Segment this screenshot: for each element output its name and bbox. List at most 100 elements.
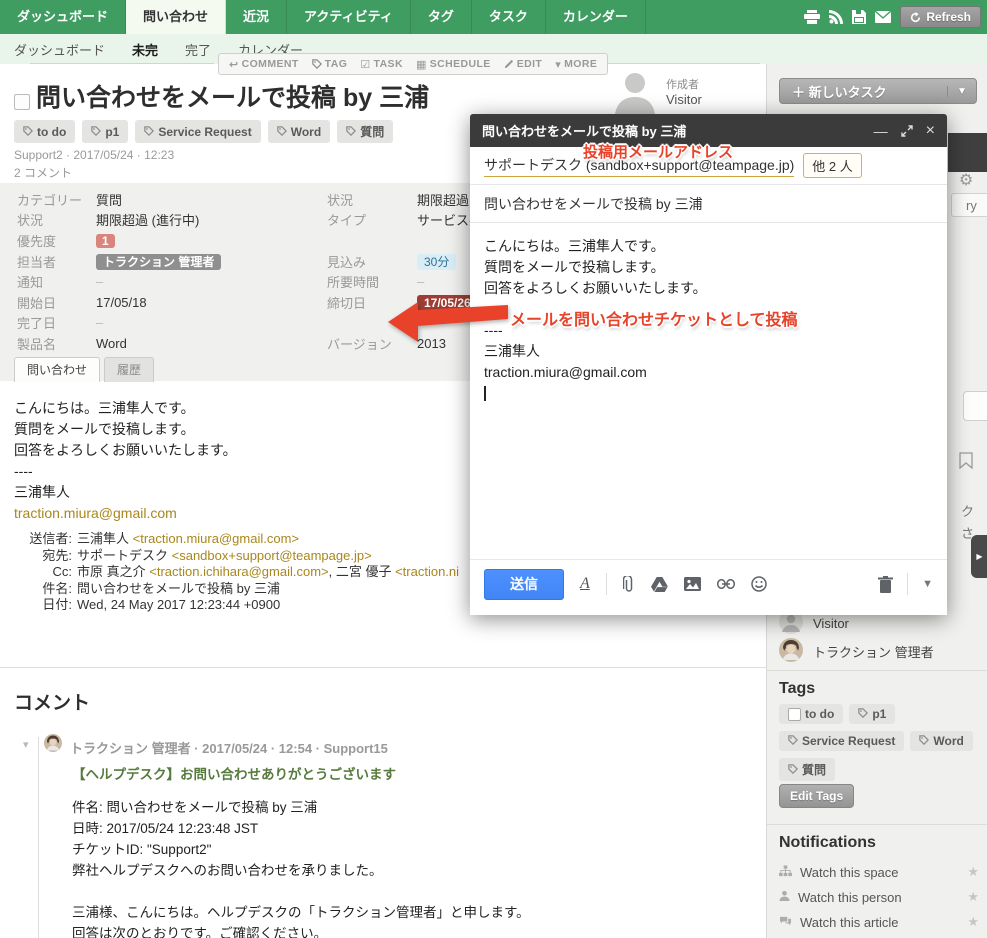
comment-subject[interactable]: 【ヘルプデスク】お問い合わせありがとうございます: [72, 763, 396, 783]
toolbar-tag-button[interactable]: TAG: [312, 58, 348, 70]
tag-badge[interactable]: p1: [82, 120, 128, 143]
article-body: こんにちは。三浦隼人です。質問をメールで投稿します。回答をよろしくお願いいたしま…: [14, 398, 237, 524]
tag-badge[interactable]: Service Request: [135, 120, 260, 143]
title-checkbox[interactable]: [14, 94, 30, 110]
tag-icon: [312, 59, 322, 69]
nav-tab-4[interactable]: タグ: [411, 0, 472, 34]
rss-icon[interactable]: [829, 10, 843, 24]
bookmark-icon[interactable]: [959, 452, 973, 474]
sidebar-tag-badge[interactable]: Word: [910, 731, 972, 751]
person-icon: [779, 890, 790, 905]
due-badge: 17/05/26: [417, 295, 478, 311]
compose-body[interactable]: こんにちは。三浦隼人です。質問をメールで投稿します。回答をよろしくお願いいたしま…: [470, 223, 947, 559]
related-person-admin[interactable]: トラクション 管理者: [779, 638, 934, 665]
summary-tab-sliver[interactable]: ry: [951, 193, 987, 217]
tag-badge[interactable]: 質問: [337, 120, 393, 143]
email-link[interactable]: <traction.ichihara@gmail.com>: [149, 564, 328, 579]
email-link[interactable]: traction.miura@gmail.com: [14, 505, 177, 521]
toolbar-divider: [606, 573, 607, 595]
watch-label[interactable]: Watch this person: [798, 890, 902, 905]
tag-badge[interactable]: to do: [14, 120, 75, 143]
tag-label: to do: [37, 125, 66, 139]
emoji-icon[interactable]: [751, 576, 767, 592]
toolbar-divider: [907, 573, 908, 595]
attach-icon[interactable]: [623, 576, 635, 593]
watch-label[interactable]: Watch this space: [800, 865, 899, 880]
comment-line: 回答は次のとおりです。ご確認ください。: [72, 923, 530, 938]
minimize-icon[interactable]: —: [874, 124, 888, 138]
toolbar-comment-button[interactable]: ↩COMMENT: [229, 58, 299, 71]
article-tab-0[interactable]: 問い合わせ: [14, 357, 100, 382]
watch-row-1: Watch this person ★: [779, 889, 979, 905]
edit-tags-button[interactable]: Edit Tags: [779, 784, 854, 808]
refresh-button[interactable]: Refresh: [900, 6, 981, 28]
tag-badge[interactable]: Word: [268, 120, 330, 143]
panel-expand-handle[interactable]: ▶: [971, 535, 987, 578]
formatting-icon[interactable]: A: [580, 575, 590, 593]
article-tab-1[interactable]: 履歴: [104, 357, 154, 382]
email-header-row: 宛先:サポートデスク <sandbox+support@teampage.jp>: [14, 548, 459, 565]
comment-body: 件名: 問い合わせをメールで投稿 by 三浦日時: 2017/05/24 12:…: [72, 797, 530, 938]
compose-line: 質問をメールで投稿します。: [484, 257, 933, 278]
tag-icon: [919, 734, 929, 748]
email-link[interactable]: <sandbox+support@teampage.jp>: [172, 548, 372, 563]
top-navbar: ダッシュボード問い合わせ近況アクティビティタグタスクカレンダー Refresh: [0, 0, 987, 34]
drive-icon[interactable]: [651, 577, 668, 592]
mail-icon[interactable]: [875, 11, 891, 23]
creator-name[interactable]: Visitor: [666, 92, 702, 107]
nav-tab-5[interactable]: タスク: [472, 0, 546, 34]
comment-line: [72, 881, 530, 902]
email-header-row: 日付:Wed, 24 May 2017 12:23:44 +0900: [14, 597, 459, 614]
subject-row[interactable]: 問い合わせをメールで投稿 by 三浦: [470, 185, 947, 223]
toolbar-task-button[interactable]: ☑TASK: [360, 58, 403, 71]
new-task-caret-icon[interactable]: ▼: [947, 86, 976, 97]
new-task-button[interactable]: ＋ 新しいタスク ▼: [779, 78, 977, 104]
send-button[interactable]: 送信: [484, 569, 564, 600]
star-icon[interactable]: ★: [967, 914, 979, 930]
schedule-icon: ▦: [416, 58, 427, 71]
toolbar-more-button[interactable]: ▾MORE: [555, 58, 597, 71]
more-options-caret-icon[interactable]: ▼: [922, 578, 933, 590]
email-link[interactable]: <traction.ni: [395, 564, 459, 579]
tag-checkbox[interactable]: [788, 708, 801, 721]
subnav-item-1[interactable]: 未完: [132, 40, 158, 59]
print-icon[interactable]: [804, 10, 820, 24]
subnav-item-2[interactable]: 完了: [185, 40, 211, 59]
creator-avatar[interactable]: [612, 68, 658, 119]
email-link[interactable]: <traction.miura@gmail.com>: [133, 531, 299, 546]
sidebar-tag-badge[interactable]: to do: [779, 704, 843, 724]
sidebar-tag-badge[interactable]: 質問: [779, 758, 835, 781]
subnav-item-0[interactable]: ダッシュボード: [14, 40, 105, 59]
insert-photo-icon[interactable]: [684, 577, 701, 591]
body-line: 質問をメールで投稿します。: [14, 419, 237, 440]
gear-icon[interactable]: ⚙: [959, 170, 973, 190]
hidden-button-sliver[interactable]: [963, 391, 987, 421]
trash-icon[interactable]: [878, 576, 893, 593]
toolbar-schedule-button[interactable]: ▦SCHEDULE: [416, 58, 491, 71]
nav-tab-0[interactable]: ダッシュボード: [0, 0, 126, 34]
nav-tab-3[interactable]: アクティビティ: [287, 0, 411, 34]
body-line: 三浦隼人: [14, 482, 237, 503]
nav-tab-6[interactable]: カレンダー: [546, 0, 646, 34]
comment-line: 三浦様、こんにちは。ヘルプデスクの「トラクション管理者」と申します。: [72, 902, 530, 923]
sidebar-tag-badge[interactable]: p1: [849, 704, 895, 724]
expand-icon[interactable]: [901, 125, 913, 137]
collapse-caret-icon[interactable]: ▾: [23, 738, 29, 751]
watch-label[interactable]: Watch this article: [800, 915, 899, 930]
toolbar-edit-button[interactable]: EDIT: [504, 58, 543, 70]
email-header-value: サポートデスク <sandbox+support@teampage.jp>: [77, 548, 372, 565]
comment-meta: トラクション 管理者 · 2017/05/24 · 12:54 · Suppor…: [70, 738, 388, 757]
star-icon[interactable]: ★: [967, 864, 979, 880]
others-badge[interactable]: 他 2 人: [803, 153, 861, 178]
nav-tab-1[interactable]: 問い合わせ: [126, 0, 226, 34]
insert-link-icon[interactable]: [717, 579, 735, 589]
nav-tab-2[interactable]: 近況: [226, 0, 287, 34]
comment-line: 弊社ヘルプデスクへのお問い合わせを承りました。: [72, 860, 530, 881]
close-icon[interactable]: ×: [926, 123, 935, 139]
save-icon[interactable]: [852, 10, 866, 24]
comment-avatar[interactable]: [44, 734, 62, 757]
comment-author[interactable]: トラクション 管理者: [70, 741, 191, 756]
email-text: Wed, 24 May 2017 12:23:44 +0900: [77, 597, 280, 612]
star-icon[interactable]: ★: [967, 889, 979, 905]
sidebar-tag-badge[interactable]: Service Request: [779, 731, 904, 751]
